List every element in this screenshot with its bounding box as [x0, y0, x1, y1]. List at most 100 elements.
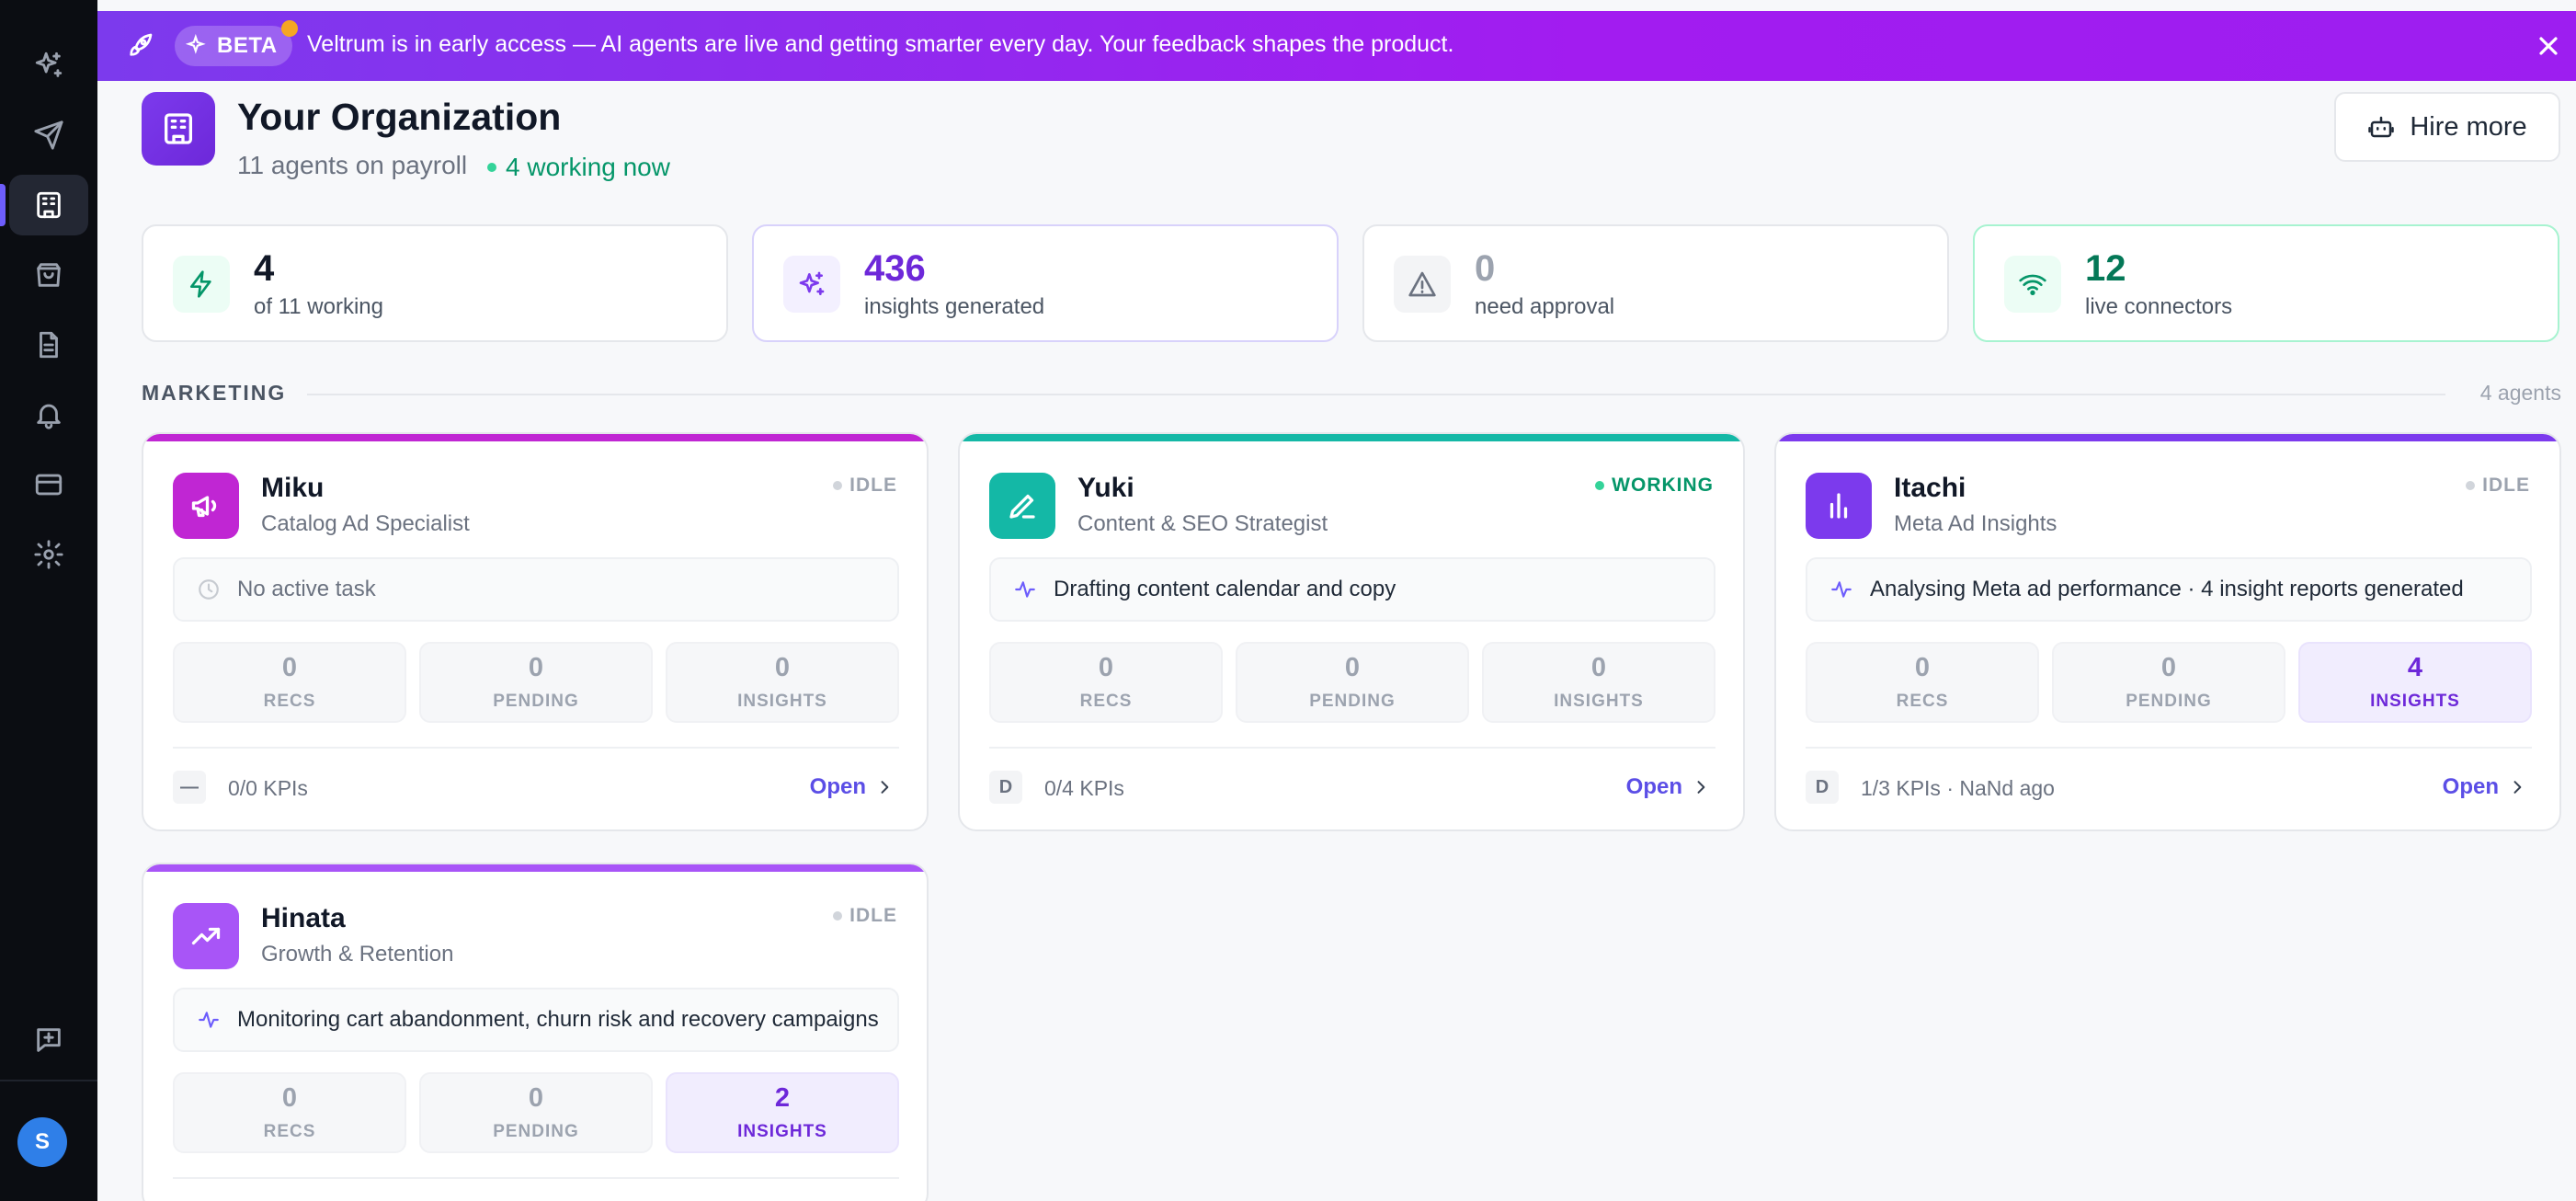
section-title: MARKETING	[142, 381, 287, 405]
gear-icon[interactable]	[9, 524, 88, 585]
banner-message: Veltrum is in early access — AI agents a…	[307, 31, 1454, 57]
document-icon[interactable]	[9, 315, 88, 375]
shopping-bag-icon[interactable]	[9, 245, 88, 305]
metric-value: 0	[1098, 653, 1114, 682]
warning-icon	[1394, 256, 1451, 313]
kpi-badge: —	[173, 771, 206, 804]
organization-icon	[142, 92, 215, 166]
metric-label: RECS	[1079, 692, 1133, 711]
metric-insights: 0 INSIGHTS	[666, 642, 899, 723]
agents-on-payroll: 11 agents on payroll	[237, 151, 468, 179]
agent-name: Hinata	[261, 903, 346, 933]
stat-card-approval: 0 need approval	[1362, 224, 1949, 342]
activity-icon	[1015, 581, 1035, 598]
metric-value: 0	[281, 1083, 298, 1113]
stat-card-working: 4 of 11 working	[142, 224, 728, 342]
chevron-right-icon	[2513, 781, 2522, 794]
metric-label: RECS	[1896, 692, 1949, 711]
avatar[interactable]: S	[17, 1117, 67, 1167]
metric-value: 0	[774, 653, 791, 682]
status-badge: IDLE	[833, 475, 897, 497]
metric-label: PENDING	[493, 1122, 579, 1141]
metric-value: 2	[774, 1083, 791, 1113]
status-label: IDLE	[849, 905, 897, 926]
metric-label: PENDING	[493, 692, 579, 711]
kpi-text: 0/4 KPIs	[1044, 776, 1124, 800]
metric-recs: 0 RECS	[989, 642, 1223, 723]
status-dot	[1595, 481, 1605, 490]
chevron-right-icon	[881, 781, 889, 794]
agent-accent-bar	[960, 434, 1743, 441]
megaphone-icon	[173, 473, 239, 539]
agent-card-miku[interactable]: Miku Catalog Ad Specialist IDLE No activ…	[142, 432, 929, 831]
bar-chart-icon	[1806, 473, 1872, 539]
status-dot	[833, 481, 843, 490]
stat-label: of 11 working	[254, 294, 383, 319]
open-agent-link[interactable]: Open	[810, 774, 894, 800]
agent-role: Catalog Ad Specialist	[261, 511, 470, 536]
agent-card-hinata[interactable]: Hinata Growth & Retention IDLE Monitorin…	[142, 863, 929, 1201]
robot-icon	[2368, 116, 2395, 138]
agent-task: Analysing Meta ad performance · 4 insigh…	[1806, 557, 2532, 622]
agent-name: Yuki	[1077, 473, 1134, 503]
agent-role: Content & SEO Strategist	[1077, 511, 1328, 536]
metric-value: 0	[281, 653, 298, 682]
status-label: IDLE	[2482, 475, 2530, 496]
status-badge: WORKING	[1595, 475, 1714, 497]
building-icon[interactable]	[9, 175, 88, 235]
open-label: Open	[1625, 774, 1682, 799]
agent-card-yuki[interactable]: Yuki Content & SEO Strategist WORKING Dr…	[958, 432, 1745, 831]
stat-card-insights: 436 insights generated	[752, 224, 1339, 342]
wifi-icon	[2004, 256, 2061, 313]
open-agent-link[interactable]: Open	[2443, 774, 2526, 800]
send-icon[interactable]	[9, 105, 88, 166]
activity-icon	[199, 1012, 219, 1028]
agent-accent-bar	[143, 434, 927, 441]
agent-role: Growth & Retention	[261, 942, 454, 967]
pen-icon	[989, 473, 1055, 539]
agent-card-itachi[interactable]: Itachi Meta Ad Insights IDLE Analysing M…	[1774, 432, 2561, 831]
metric-recs: 0 RECS	[173, 642, 406, 723]
beta-banner: BETA Veltrum is in early access — AI age…	[97, 11, 2576, 81]
credit-card-icon[interactable]	[9, 454, 88, 515]
metric-label: PENDING	[2126, 692, 2212, 711]
stat-value: 0	[1475, 248, 1496, 289]
sparkles-icon	[186, 34, 206, 54]
hire-more-button[interactable]: Hire more	[2334, 92, 2560, 162]
sidebar-divider	[0, 1080, 97, 1081]
working-now-label: 4 working now	[506, 153, 670, 181]
close-icon[interactable]	[2534, 31, 2563, 61]
metric-pending: 0 PENDING	[419, 642, 653, 723]
bell-icon[interactable]	[9, 384, 88, 445]
task-text: Monitoring cart abandonment, churn risk …	[237, 1007, 879, 1032]
metric-value: 0	[1344, 653, 1361, 682]
beta-label: BETA	[217, 33, 278, 58]
task-text: Analysing Meta ad performance · 4 insigh…	[1870, 577, 2464, 601]
sparkles-icon[interactable]	[9, 35, 88, 96]
trending-up-icon	[173, 903, 239, 969]
agent-role: Meta Ad Insights	[1894, 511, 2057, 536]
metric-pending: 0 PENDING	[2052, 642, 2285, 723]
beta-notification-dot	[280, 20, 298, 37]
message-plus-icon[interactable]	[9, 1010, 88, 1070]
sidebar: S	[0, 0, 97, 1201]
kpi-badge: D	[989, 771, 1022, 804]
agent-name: Itachi	[1894, 473, 1966, 503]
activity-icon	[1831, 581, 1852, 598]
stat-label: insights generated	[864, 294, 1045, 319]
agent-accent-bar	[143, 864, 927, 872]
status-badge: IDLE	[2466, 475, 2530, 497]
agent-name: Miku	[261, 473, 325, 503]
kpi-text: 1/3 KPIs · NaNd ago	[1861, 776, 2055, 800]
status-label: IDLE	[849, 475, 897, 496]
stat-value: 436	[864, 248, 926, 289]
agent-accent-bar	[1776, 434, 2559, 441]
open-agent-link[interactable]: Open	[1626, 774, 1710, 800]
status-dot	[2466, 481, 2476, 490]
hire-more-label: Hire more	[2410, 111, 2527, 142]
metric-label: INSIGHTS	[2370, 692, 2460, 711]
metric-value: 4	[2407, 653, 2423, 682]
metric-insights: 4 INSIGHTS	[2298, 642, 2532, 723]
metric-value: 0	[1914, 653, 1931, 682]
status-dot	[487, 163, 496, 172]
